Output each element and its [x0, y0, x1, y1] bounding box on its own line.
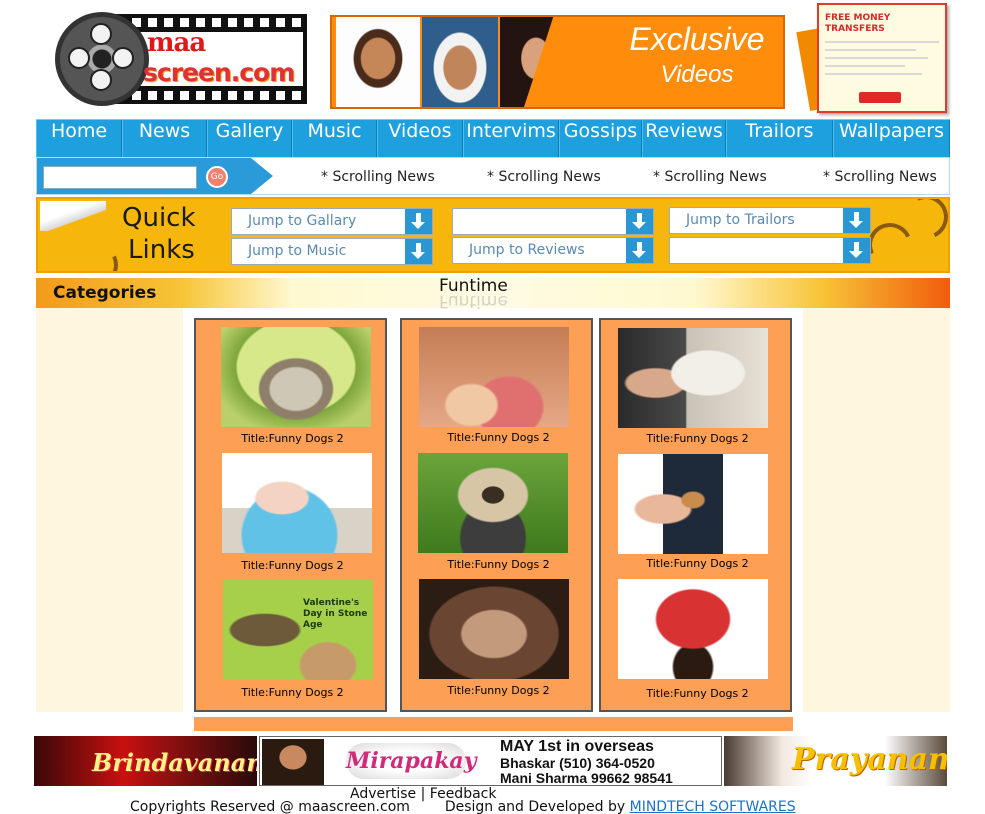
nav-music[interactable]: Music — [292, 120, 377, 158]
gallery-caption[interactable]: Title:Funny Dogs 2 — [198, 432, 387, 445]
gallery-thumbnail[interactable]: Valentine's Day in Stone Age — [223, 580, 373, 680]
ad-apply-button[interactable] — [859, 92, 901, 103]
scrolling-news-item[interactable]: * Scrolling News — [653, 169, 767, 185]
movie-logo: Mirapakay — [346, 743, 476, 779]
nav-trailors[interactable]: Trailors — [726, 120, 833, 158]
dropdown-arrow-icon — [843, 208, 870, 233]
promo-subtitle: Videos — [660, 61, 734, 88]
dropdown-arrow-icon — [405, 209, 432, 234]
jump-to-music-select[interactable]: Jump to Music — [231, 238, 433, 265]
banner-title: Prayanam — [792, 742, 947, 777]
jump-to-reviews-select[interactable]: Jump to Reviews — [452, 237, 654, 264]
page-curl-decoration — [40, 201, 106, 231]
nav-gallery[interactable]: Gallery — [207, 120, 292, 158]
dropdown-arrow-icon — [843, 238, 870, 263]
logo-text-top: maa — [147, 28, 206, 58]
actor-photo — [262, 739, 324, 785]
search-bar: Go * Scrolling News * Scrolling News * S… — [36, 157, 950, 195]
gallery-caption[interactable]: Title:Funny Dogs 2 — [198, 686, 387, 699]
gallery-footer-bar — [194, 717, 793, 731]
main-nav: Home News Gallery Music Videos Intervims Gossi… — [36, 119, 950, 158]
categories-sidebar — [36, 308, 183, 712]
search-input[interactable] — [43, 166, 197, 189]
nav-videos[interactable]: Videos — [377, 120, 463, 158]
dropdown-arrow-icon — [626, 209, 653, 234]
gallery-thumbnail[interactable] — [419, 579, 569, 679]
gallery-column: Title:Funny Dogs 2 Title:Funny Dogs 2 Va… — [194, 318, 387, 712]
developer-link[interactable]: MINDTECH SOFTWARES — [630, 799, 796, 814]
gallery-thumbnail[interactable] — [618, 328, 768, 428]
swirl-decoration — [67, 236, 125, 271]
nav-reviews[interactable]: Reviews — [642, 120, 726, 158]
jump-select-blank-1[interactable] — [452, 208, 654, 235]
gallery-thumbnail[interactable] — [419, 327, 569, 427]
exclusive-videos-banner[interactable]: Exclusive Videos — [330, 15, 785, 109]
scrolling-news-item[interactable]: * Scrolling News — [321, 169, 435, 185]
designed-by-text: Design and Developed by — [444, 799, 626, 814]
jump-to-trailors-select[interactable]: Jump to Trailors — [669, 207, 871, 234]
quick-links-title: Quick — [122, 203, 196, 233]
gallery-caption[interactable]: Title:Funny Dogs 2 — [198, 559, 387, 572]
money-transfer-ad[interactable]: FREE MONEY TRANSFERS — [796, 3, 949, 115]
promo-title: Exclusive — [629, 21, 765, 57]
nav-gossips[interactable]: Gossips — [559, 120, 642, 158]
dropdown-arrow-icon — [626, 238, 653, 263]
copyright-line: Copyrights Reserved @ maascreen.com Desi… — [130, 799, 796, 814]
banner-title: Brindavanam — [92, 748, 257, 777]
gallery-caption[interactable]: Title:Funny Dogs 2 — [404, 684, 593, 697]
release-text: MAY 1st in overseas — [500, 738, 654, 755]
section-title-reflection: Funtime — [439, 291, 508, 311]
copyright-text: Copyrights Reserved @ maascreen.com — [130, 799, 410, 814]
cartoon-caption: Valentine's Day in Stone Age — [303, 598, 368, 630]
logo-text-bottom: screen.com — [143, 58, 295, 87]
gallery-column: Title:Funny Dogs 2 Title:Funny Dogs 2 Ti… — [599, 318, 792, 712]
contact-line-2: Mani Sharma 99662 98541 — [500, 770, 673, 786]
film-reel-icon — [55, 12, 149, 106]
right-sidebar — [803, 308, 950, 712]
jump-select-blank-2[interactable] — [669, 237, 871, 264]
quick-links-panel: Quick Links Jump to Gallary Jump to Trai… — [36, 197, 950, 273]
categories-heading: Categories — [53, 283, 157, 303]
go-button[interactable]: Go — [206, 166, 228, 188]
nav-wallpapers[interactable]: Wallpapers — [833, 120, 950, 158]
contact-line-1: Bhaskar (510) 364-0520 — [500, 755, 655, 771]
movie-banner-left[interactable]: Brindavanam — [34, 736, 257, 786]
gallery-thumbnail[interactable] — [222, 453, 372, 553]
gallery-thumbnail[interactable] — [418, 453, 568, 553]
nav-news[interactable]: News — [122, 120, 207, 158]
gallery-caption[interactable]: Title:Funny Dogs 2 — [603, 432, 792, 445]
gallery-column: Title:Funny Dogs 2 Title:Funny Dogs 2 Ti… — [400, 318, 593, 712]
gallery-thumbnail[interactable] — [221, 327, 371, 427]
scrolling-news-item[interactable]: * Scrolling News — [823, 169, 937, 185]
nav-home[interactable]: Home — [36, 120, 122, 158]
gallery-thumbnail[interactable] — [618, 454, 768, 554]
dropdown-arrow-icon — [405, 239, 432, 264]
scrolling-news-item[interactable]: * Scrolling News — [487, 169, 601, 185]
gallery-caption[interactable]: Title:Funny Dogs 2 — [404, 431, 593, 444]
quick-links-title-2: Links — [128, 235, 195, 265]
movie-banner-right[interactable]: Prayanam — [724, 736, 947, 786]
ad-headline: FREE MONEY TRANSFERS — [825, 13, 891, 34]
gallery-thumbnail[interactable] — [618, 579, 768, 679]
movie-banner-middle[interactable]: Mirapakay MAY 1st in overseas Bhaskar (5… — [259, 736, 722, 786]
site-logo[interactable]: maa screen.com — [55, 12, 307, 106]
gallery-caption[interactable]: Title:Funny Dogs 2 — [603, 687, 792, 700]
gallery-caption[interactable]: Title:Funny Dogs 2 — [603, 557, 792, 570]
gallery-caption[interactable]: Title:Funny Dogs 2 — [404, 558, 593, 571]
jump-to-gallery-select[interactable]: Jump to Gallary — [231, 208, 433, 235]
categories-bar: Categories Funtime Funtime — [36, 276, 950, 311]
nav-intervims[interactable]: Intervims — [463, 120, 559, 158]
